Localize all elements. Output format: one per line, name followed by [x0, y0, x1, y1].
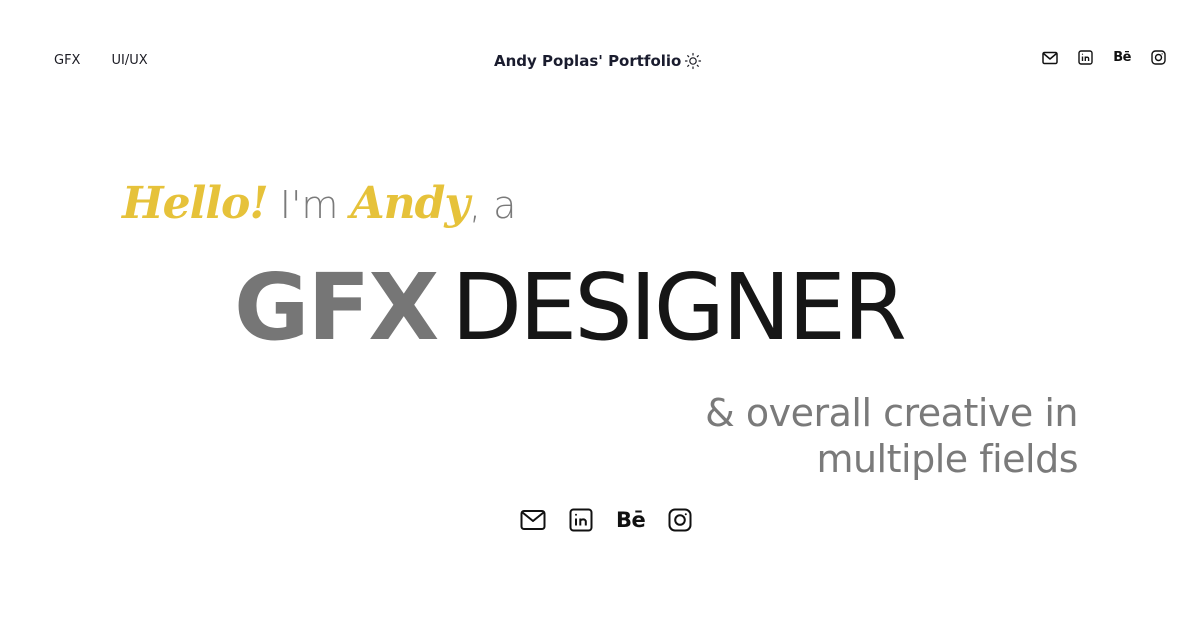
hero-subtitle: & overall creative in multiple fields [705, 390, 1078, 482]
hero-greeting: Hello! I'm Andy, a [122, 172, 516, 245]
mail-icon[interactable] [520, 509, 546, 531]
nav-link-gfx[interactable]: GFX [54, 52, 80, 70]
hero-subtitle-line-1: & overall creative in [705, 391, 1078, 435]
greeting-name: Andy [350, 178, 470, 229]
behance-icon[interactable]: Bē [616, 508, 646, 532]
linkedin-icon[interactable] [569, 508, 593, 532]
hero-title-designer: DESIGNER [451, 254, 907, 361]
greeting-im: I'm [267, 183, 351, 227]
hero-title-gfx: GFX [234, 254, 439, 361]
instagram-icon[interactable] [668, 508, 692, 532]
instagram-icon[interactable] [1151, 50, 1166, 65]
nav-link-uiux[interactable]: UI/UX [111, 52, 147, 70]
greeting-tail: , a [468, 183, 517, 227]
hero-social-links: Bē [520, 508, 692, 532]
linkedin-icon[interactable] [1078, 50, 1093, 65]
header-social-links: Bē [1042, 50, 1166, 65]
site-title[interactable]: Andy Poplas' Portfolio [494, 50, 681, 72]
behance-icon[interactable]: Bē [1113, 50, 1131, 65]
portfolio-page: GFX UI/UX Andy Poplas' Portfolio Bē Hell… [0, 0, 1200, 628]
hero-title: GFX DESIGNER [234, 254, 907, 361]
category-nav: GFX UI/UX [54, 52, 148, 70]
hero-subtitle-line-2: multiple fields [816, 437, 1078, 481]
greeting-hello: Hello! [122, 178, 269, 229]
theme-toggle-sun-icon[interactable] [684, 52, 702, 70]
mail-icon[interactable] [1042, 51, 1059, 65]
